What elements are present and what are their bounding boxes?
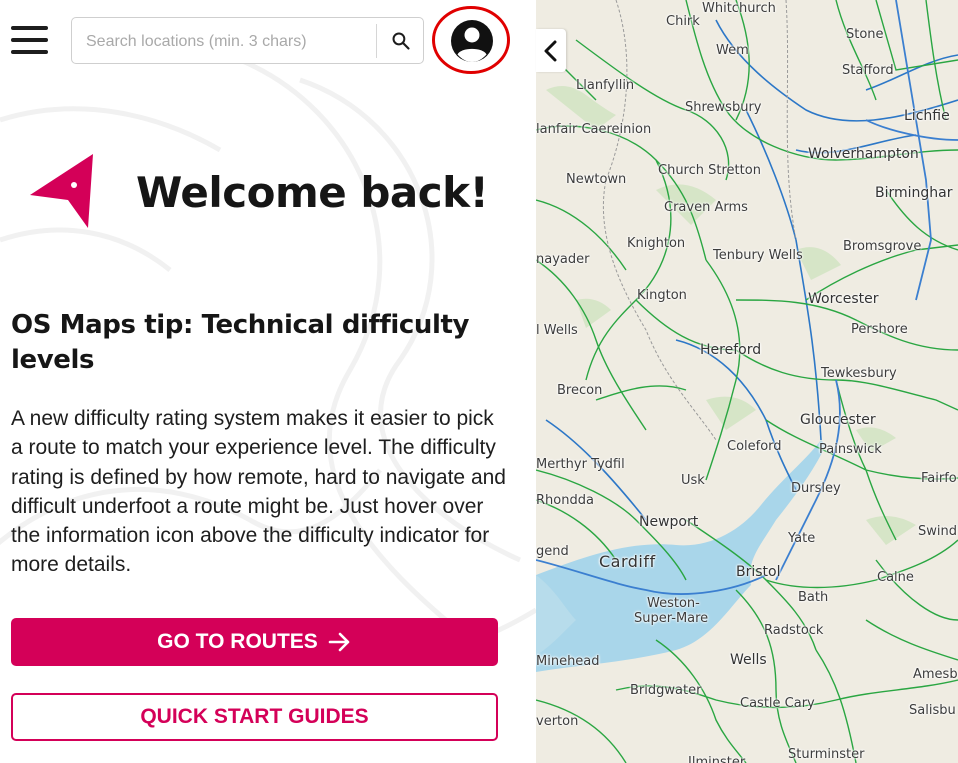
place-label: Llanfyllin	[576, 78, 635, 93]
arrow-right-icon	[328, 631, 352, 653]
place-label: gend	[536, 544, 569, 559]
place-label: Birminghar	[875, 185, 953, 201]
place-label: Calne	[877, 570, 914, 585]
place-label: Church Stretton	[658, 163, 761, 178]
search-divider	[376, 24, 377, 58]
place-label: Whitchurch	[702, 1, 776, 16]
menu-button[interactable]	[11, 26, 48, 54]
place-label: Newtown	[566, 172, 627, 187]
place-label: Bath	[798, 590, 829, 605]
map-view[interactable]: Whitchurch Chirk Stone Wem Stafford Llan…	[536, 0, 958, 763]
place-label: Swind	[918, 524, 957, 539]
place-label: Coleford	[727, 439, 782, 454]
place-label: Knighton	[627, 236, 686, 251]
place-label: Wem	[716, 43, 749, 58]
place-label: Lichfie	[904, 108, 950, 124]
place-label: Stone	[846, 27, 884, 42]
welcome-title: Welcome back!	[136, 168, 489, 217]
hamburger-icon	[11, 26, 48, 30]
go-to-routes-button[interactable]: GO TO ROUTES	[11, 618, 498, 666]
place-label: Wells	[730, 652, 767, 668]
place-label: Dursley	[791, 481, 841, 496]
tip-body: A new difficulty rating system makes it …	[11, 407, 506, 577]
place-label: Chirk	[666, 14, 700, 29]
search-box	[71, 17, 424, 64]
place-label: Painswick	[819, 442, 882, 457]
place-label: Usk	[681, 473, 705, 488]
place-label: Minehead	[536, 654, 600, 669]
place-label: Gloucester	[800, 412, 876, 428]
sidebar-panel: Welcome back! OS Maps tip: Technical dif…	[0, 0, 536, 763]
place-label: Ilminster	[688, 755, 746, 763]
account-button[interactable]	[432, 6, 510, 74]
place-label: Fairfo	[921, 471, 957, 486]
quick-start-guides-button[interactable]: QUICK START GUIDES	[11, 693, 498, 741]
place-label: verton	[536, 714, 579, 729]
place-label: Weston-	[647, 596, 700, 611]
chevron-left-icon	[544, 40, 557, 61]
go-to-routes-label: GO TO ROUTES	[157, 630, 318, 653]
place-label: Merthyr Tydfil	[536, 457, 625, 472]
place-label: Newport	[639, 514, 699, 530]
place-label: Rhondda	[536, 493, 594, 508]
place-label: Tenbury Wells	[713, 248, 803, 263]
place-label: Bridgwater	[630, 683, 702, 698]
place-label: Yate	[788, 531, 816, 546]
place-label: Hereford	[700, 342, 762, 358]
place-label: Bromsgrove	[843, 239, 922, 254]
place-label: Kington	[637, 288, 687, 303]
place-label: l Wells	[536, 323, 578, 338]
place-label: Bristol	[736, 564, 781, 580]
place-label: Salisbu	[909, 703, 956, 718]
place-label: Super-Mare	[634, 611, 709, 626]
search-input[interactable]	[84, 27, 373, 57]
search-button[interactable]	[378, 18, 424, 63]
place-label: Tewkesbury	[821, 366, 897, 381]
place-label: Castle Cary	[740, 696, 815, 711]
account-icon	[451, 20, 493, 62]
place-label: Radstock	[764, 623, 824, 638]
place-label: nayader	[536, 252, 590, 267]
place-label: Cardiff	[599, 552, 656, 571]
place-label: Amesb	[913, 667, 958, 682]
tip-title: OS Maps tip: Technical difficulty levels	[11, 310, 470, 375]
place-label: lanfair Caereinion	[536, 122, 652, 137]
collapse-panel-button[interactable]	[536, 29, 566, 72]
place-label: Worcester	[808, 291, 879, 307]
place-label: Stafford	[842, 63, 894, 78]
navigation-arrow-icon	[30, 154, 93, 228]
place-label: Shrewsbury	[685, 100, 762, 115]
place-label: Wolverhampton	[808, 146, 919, 162]
place-label: Craven Arms	[664, 200, 748, 215]
search-icon	[392, 31, 410, 50]
place-label: Sturminster	[788, 747, 865, 762]
place-label: Pershore	[851, 322, 908, 337]
place-label: Brecon	[557, 383, 603, 398]
quick-start-guides-label: QUICK START GUIDES	[140, 705, 369, 728]
